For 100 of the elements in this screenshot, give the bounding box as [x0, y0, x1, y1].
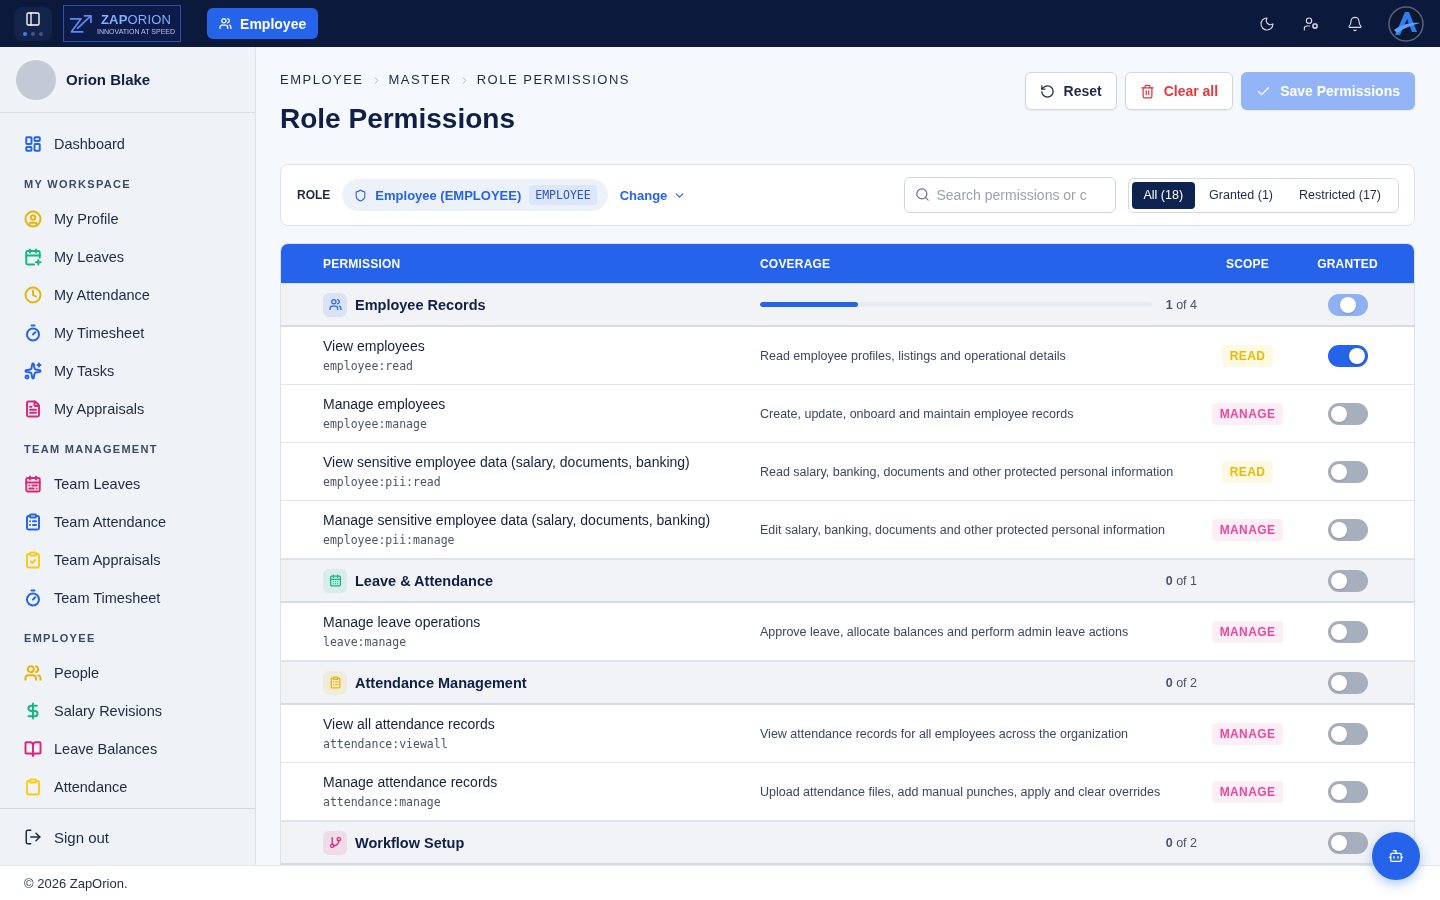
toggle-switch[interactable]: [1327, 671, 1368, 694]
permission-title: View employees: [323, 337, 426, 355]
nav-section-label: EMPLOYEE: [24, 631, 97, 646]
permission-description: Read employee profiles, listings and operational details: [760, 348, 1067, 363]
nav-item[interactable]: Salary Revisions: [0, 692, 255, 730]
bot-icon: [1388, 848, 1404, 864]
breadcrumb-item: ROLE PERMISSIONS: [476, 71, 630, 89]
column-header: COVERAGE: [760, 256, 831, 271]
bell-icon[interactable]: [1347, 15, 1363, 32]
user-gear-icon[interactable]: [1303, 15, 1319, 32]
toggle-switch[interactable]: [1327, 518, 1368, 541]
clear-button[interactable]: Clear all: [1124, 72, 1234, 110]
shield-icon: [354, 188, 368, 202]
permission-description: Read salary, banking, documents and other protected personal information: [760, 464, 1175, 479]
nav-item[interactable]: My Appraisals: [0, 390, 255, 428]
nav-item[interactable]: Attendance: [0, 768, 255, 806]
filter-tab[interactable]: All (18): [1131, 181, 1196, 209]
scope-badge: MANAGE: [1211, 518, 1284, 541]
permission-code: attendance:viewall: [323, 737, 448, 752]
scope-badge: MANAGE: [1211, 780, 1284, 803]
breadcrumb-item[interactable]: EMPLOYEE: [280, 71, 364, 89]
group-name: Leave & Attendance: [355, 572, 494, 589]
module-button[interactable]: Employee: [207, 8, 319, 39]
undo-arrow-icon: [1039, 83, 1055, 99]
trash-icon: [1139, 83, 1155, 99]
sign-out-link[interactable]: Sign out: [0, 818, 134, 856]
toggle-switch[interactable]: [1327, 402, 1368, 425]
breadcrumb-item[interactable]: MASTER: [388, 71, 452, 89]
group-name: Attendance Management: [355, 674, 527, 691]
coverage-count: 0 of 2: [1165, 835, 1197, 850]
nav-item[interactable]: Team Leaves: [0, 465, 255, 503]
toggle-switch[interactable]: [1327, 780, 1368, 803]
scope-badge: MANAGE: [1211, 722, 1284, 745]
search-icon: [914, 187, 930, 202]
nav-item[interactable]: Leave Balances: [0, 730, 255, 768]
panel-left-icon: [25, 11, 41, 27]
toggle-switch[interactable]: [1327, 620, 1368, 643]
permission-description: Upload attendance files, add manual punches, apply and clear overrides: [760, 784, 1162, 799]
nav-item[interactable]: Dashboard: [0, 125, 255, 163]
column-header: PERMISSION: [323, 256, 401, 271]
user-avatar: [16, 59, 56, 100]
nav-section-label: TEAM MANAGEMENT: [24, 442, 159, 457]
permission-description: Create, update, onboard and maintain employee records: [760, 406, 1075, 421]
toggle-switch[interactable]: [1327, 831, 1368, 854]
logo-wordmark: ZAPORION: [100, 11, 172, 27]
role-label: ROLE: [297, 188, 331, 202]
permission-code: employee:read: [323, 359, 413, 374]
nav-item[interactable]: Team Timesheet: [0, 579, 255, 617]
permission-title: Manage employees: [323, 395, 447, 413]
filter-tab[interactable]: Restricted (17): [1287, 181, 1393, 209]
coverage-count: 0 of 1: [1165, 573, 1197, 588]
permission-description: Edit salary, banking, documents and other protected personal information: [760, 522, 1166, 537]
copyright-text: © 2026 ZapOrion.: [24, 875, 128, 891]
scope-badge: MANAGE: [1211, 620, 1284, 643]
nav-item[interactable]: Team Attendance: [0, 503, 255, 541]
permission-code: attendance:manage: [323, 795, 441, 810]
toggle-switch[interactable]: [1327, 460, 1368, 483]
column-header: GRANTED: [1317, 256, 1378, 271]
role-name: Employee (EMPLOYEE): [375, 187, 522, 203]
moon-icon[interactable]: [1259, 15, 1275, 32]
toggle-switch[interactable]: [1327, 722, 1368, 745]
page-dots-icon: [23, 32, 43, 36]
scope-badge: MANAGE: [1211, 402, 1284, 425]
reset-button[interactable]: Reset: [1024, 72, 1117, 110]
permission-title: View all attendance records: [323, 715, 496, 733]
permission-title: Manage sensitive employee data (salary, documents, banking): [323, 511, 712, 529]
nav-item[interactable]: Team Appraisals: [0, 541, 255, 579]
page-title: Role Permissions: [280, 102, 516, 136]
change-role-link[interactable]: Change: [619, 187, 687, 203]
nav-item[interactable]: My Timesheet: [0, 314, 255, 352]
coverage-count: 0 of 2: [1165, 675, 1197, 690]
nav-section-label: MY WORKSPACE: [24, 177, 132, 192]
filter-tab[interactable]: Granted (1): [1197, 181, 1285, 209]
user-name: Orion Blake: [66, 71, 151, 88]
permission-code: employee:manage: [323, 417, 427, 432]
permission-title: View sensitive employee data (salary, documents, banking): [323, 453, 691, 471]
search-field[interactable]: Search permissions or c: [903, 177, 1116, 213]
group-name: Workflow Setup: [355, 834, 465, 851]
nav-item[interactable]: My Tasks: [0, 352, 255, 390]
nav-item[interactable]: My Profile: [0, 200, 255, 238]
logo-avatar-icon[interactable]: [1388, 5, 1424, 42]
permission-code: employee:pii:manage: [323, 533, 455, 548]
toggle-switch[interactable]: [1327, 569, 1368, 592]
nav-item[interactable]: People: [0, 654, 255, 692]
role-code: EMPLOYEE: [529, 185, 597, 205]
sidebar-toggle-button[interactable]: [14, 6, 52, 41]
scope-badge: READ: [1221, 460, 1274, 483]
permission-title: Manage attendance records: [323, 773, 499, 791]
nav-item[interactable]: My Attendance: [0, 276, 255, 314]
toggle-switch[interactable]: [1327, 344, 1368, 367]
nav-item[interactable]: My Leaves: [0, 238, 255, 276]
toggle-switch[interactable]: [1327, 293, 1368, 316]
permission-code: leave:manage: [323, 635, 407, 650]
permission-title: Manage leave operations: [323, 613, 482, 631]
users-icon: [219, 17, 233, 30]
permission-description: View attendance records for all employees across the organization: [760, 726, 1130, 741]
permission-description: Approve leave, allocate balances and perform admin leave actions: [760, 624, 1130, 639]
group-name: Employee Records: [355, 296, 486, 313]
column-header: SCOPE: [1226, 256, 1269, 271]
coverage-count: 1 of 4: [1165, 297, 1197, 312]
